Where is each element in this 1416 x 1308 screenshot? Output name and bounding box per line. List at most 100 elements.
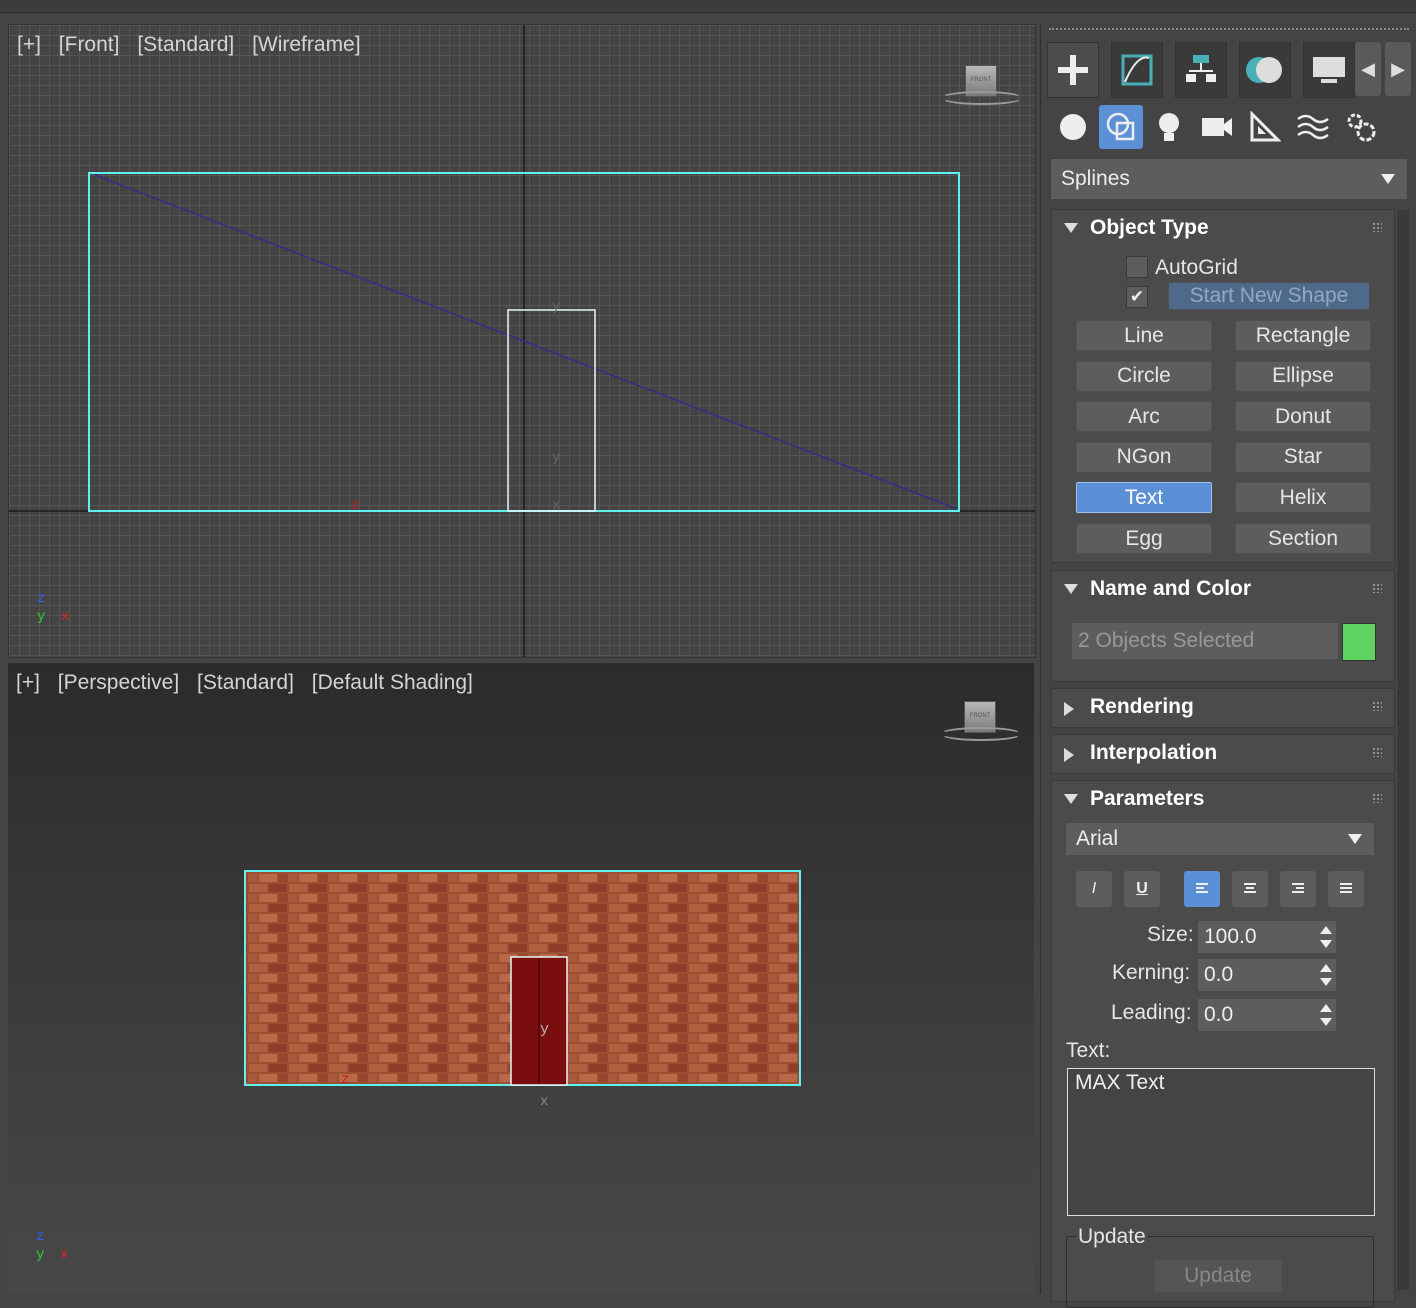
interpolation-rollout-header[interactable]: Interpolation — [1052, 735, 1394, 771]
shape-button-star[interactable]: Star — [1235, 441, 1371, 473]
create-categories — [1051, 102, 1401, 150]
rollout-collapsed-icon — [1064, 702, 1074, 716]
create-icon — [1058, 55, 1088, 85]
lights-category[interactable] — [1147, 105, 1191, 149]
geometry-category[interactable] — [1051, 105, 1095, 149]
rollout-title: Rendering — [1090, 695, 1194, 718]
spacewarps-category[interactable] — [1291, 105, 1335, 149]
rollout-title: Interpolation — [1090, 741, 1218, 764]
wall-gizmo-z-label: z — [351, 498, 359, 514]
name-and-color-rollout-header[interactable]: Name and Color — [1052, 571, 1394, 607]
wall-gizmo-z-label: z — [341, 1072, 349, 1088]
size-value: 100.0 — [1204, 925, 1257, 948]
axis-y-label: y — [37, 609, 46, 625]
justify-button[interactable] — [1328, 871, 1364, 907]
cameras-category[interactable] — [1195, 105, 1239, 149]
chevron-down-icon — [1381, 174, 1395, 184]
tabs-scroll-left-icon[interactable]: ◀ — [1355, 42, 1381, 96]
align-center-icon — [1244, 883, 1256, 893]
hierarchy-tab[interactable] — [1175, 42, 1227, 98]
shape-button-line[interactable]: Line — [1076, 320, 1212, 351]
leading-label: Leading: — [1111, 1001, 1192, 1024]
justify-icon — [1340, 883, 1352, 893]
start-new-shape-button[interactable]: Start New Shape — [1168, 282, 1370, 310]
align-left-button[interactable] — [1184, 871, 1220, 907]
axis-x-label: x — [60, 1247, 69, 1263]
spinner-arrows-icon[interactable] — [1320, 1002, 1332, 1028]
font-dropdown-value: Arial — [1076, 827, 1119, 850]
text-label: Text: — [1066, 1039, 1111, 1062]
spinner-arrows-icon[interactable] — [1320, 962, 1332, 988]
shape-button-text[interactable]: Text — [1076, 482, 1212, 514]
axis-z-label: z — [37, 591, 46, 607]
leading-spinner[interactable]: 0.0 — [1198, 999, 1336, 1031]
start-new-shape-checkbox[interactable]: ✔ — [1126, 286, 1148, 308]
shape-button-arc[interactable]: Arc — [1076, 401, 1212, 433]
modify-tab[interactable] — [1111, 42, 1163, 98]
update-button[interactable]: Update — [1154, 1259, 1282, 1293]
rollout-title: Object Type — [1090, 216, 1209, 239]
modify-icon — [1121, 54, 1153, 86]
object-color-swatch[interactable] — [1342, 623, 1376, 661]
command-panel-scrollbar[interactable] — [1398, 210, 1409, 1290]
shape-button-circle[interactable]: Circle — [1076, 360, 1212, 392]
font-dropdown[interactable]: Arial — [1066, 823, 1374, 855]
shape-button-section[interactable]: Section — [1235, 523, 1371, 554]
motion-icon — [1246, 57, 1282, 83]
autogrid-label: AutoGrid — [1155, 256, 1238, 279]
tabs-scroll-right-icon[interactable]: ▶ — [1385, 42, 1411, 96]
lights-icon — [1159, 113, 1179, 141]
shape-button-ngon[interactable]: NGon — [1076, 441, 1212, 473]
shape-button-rectangle[interactable]: Rectangle — [1235, 320, 1371, 351]
rollout-title: Parameters — [1090, 787, 1205, 810]
create-tab[interactable] — [1047, 42, 1099, 98]
rollout-collapsed-icon — [1064, 748, 1074, 762]
kerning-label: Kerning: — [1112, 961, 1191, 984]
object-type-rollout-header[interactable]: Object Type — [1052, 210, 1394, 246]
rollout-grip-icon[interactable] — [1372, 583, 1382, 593]
spinner-arrows-icon[interactable] — [1320, 924, 1332, 950]
align-right-button[interactable] — [1280, 871, 1316, 907]
axis-z-label: z — [36, 1229, 45, 1245]
perspective-axis-tripod: z y x — [34, 1229, 74, 1269]
text-input[interactable]: MAX Text — [1067, 1068, 1375, 1216]
kerning-value: 0.0 — [1204, 963, 1234, 986]
display-tab[interactable] — [1303, 42, 1355, 98]
rollout-expanded-icon — [1064, 794, 1078, 804]
perspective-viewport[interactable]: [+] [Perspective] [Standard] [Default Sh… — [8, 663, 1034, 1294]
shapes-category[interactable] — [1099, 105, 1143, 149]
motion-tab[interactable] — [1239, 42, 1291, 98]
shape-button-helix[interactable]: Helix — [1235, 482, 1371, 514]
shape-button-donut[interactable]: Donut — [1235, 401, 1371, 433]
helpers-category[interactable] — [1243, 105, 1287, 149]
align-center-button[interactable] — [1232, 871, 1268, 907]
rollout-grip-icon[interactable] — [1372, 793, 1382, 803]
shape-button-egg[interactable]: Egg — [1076, 523, 1212, 554]
underline-button[interactable]: U — [1124, 871, 1160, 907]
hierarchy-icon — [1186, 55, 1216, 82]
front-axis-tripod: z y x — [35, 591, 75, 631]
align-right-icon — [1292, 883, 1304, 893]
systems-category[interactable] — [1339, 105, 1383, 149]
rollout-grip-icon[interactable] — [1372, 747, 1382, 757]
helpers-icon — [1250, 111, 1281, 142]
align-left-icon — [1196, 883, 1208, 893]
rollout-grip-icon[interactable] — [1372, 222, 1382, 232]
interpolation-rollout: Interpolation — [1051, 734, 1395, 774]
rollout-grip-icon[interactable] — [1372, 701, 1382, 711]
autogrid-checkbox[interactable] — [1126, 256, 1148, 278]
size-spinner[interactable]: 100.0 — [1198, 921, 1336, 953]
perspective-render-canvas: y z x — [244, 870, 801, 1110]
front-wireframe-canvas: y y x z — [9, 25, 1035, 657]
parameters-rollout-header[interactable]: Parameters — [1052, 781, 1394, 817]
kerning-spinner[interactable]: 0.0 — [1198, 959, 1336, 991]
rendering-rollout-header[interactable]: Rendering — [1052, 689, 1394, 725]
category-dropdown[interactable]: Splines — [1051, 159, 1407, 199]
panel-drag-grip[interactable] — [1049, 28, 1409, 34]
front-viewport[interactable]: [+] [Front] [Standard] [Wireframe] FRONT… — [8, 24, 1036, 658]
top-toolbar-strip — [0, 0, 1416, 13]
italic-button[interactable]: I — [1076, 871, 1112, 907]
object-name-field[interactable]: 2 Objects Selected — [1072, 623, 1338, 659]
shape-button-ellipse[interactable]: Ellipse — [1235, 360, 1371, 392]
rollout-expanded-icon — [1064, 223, 1078, 233]
